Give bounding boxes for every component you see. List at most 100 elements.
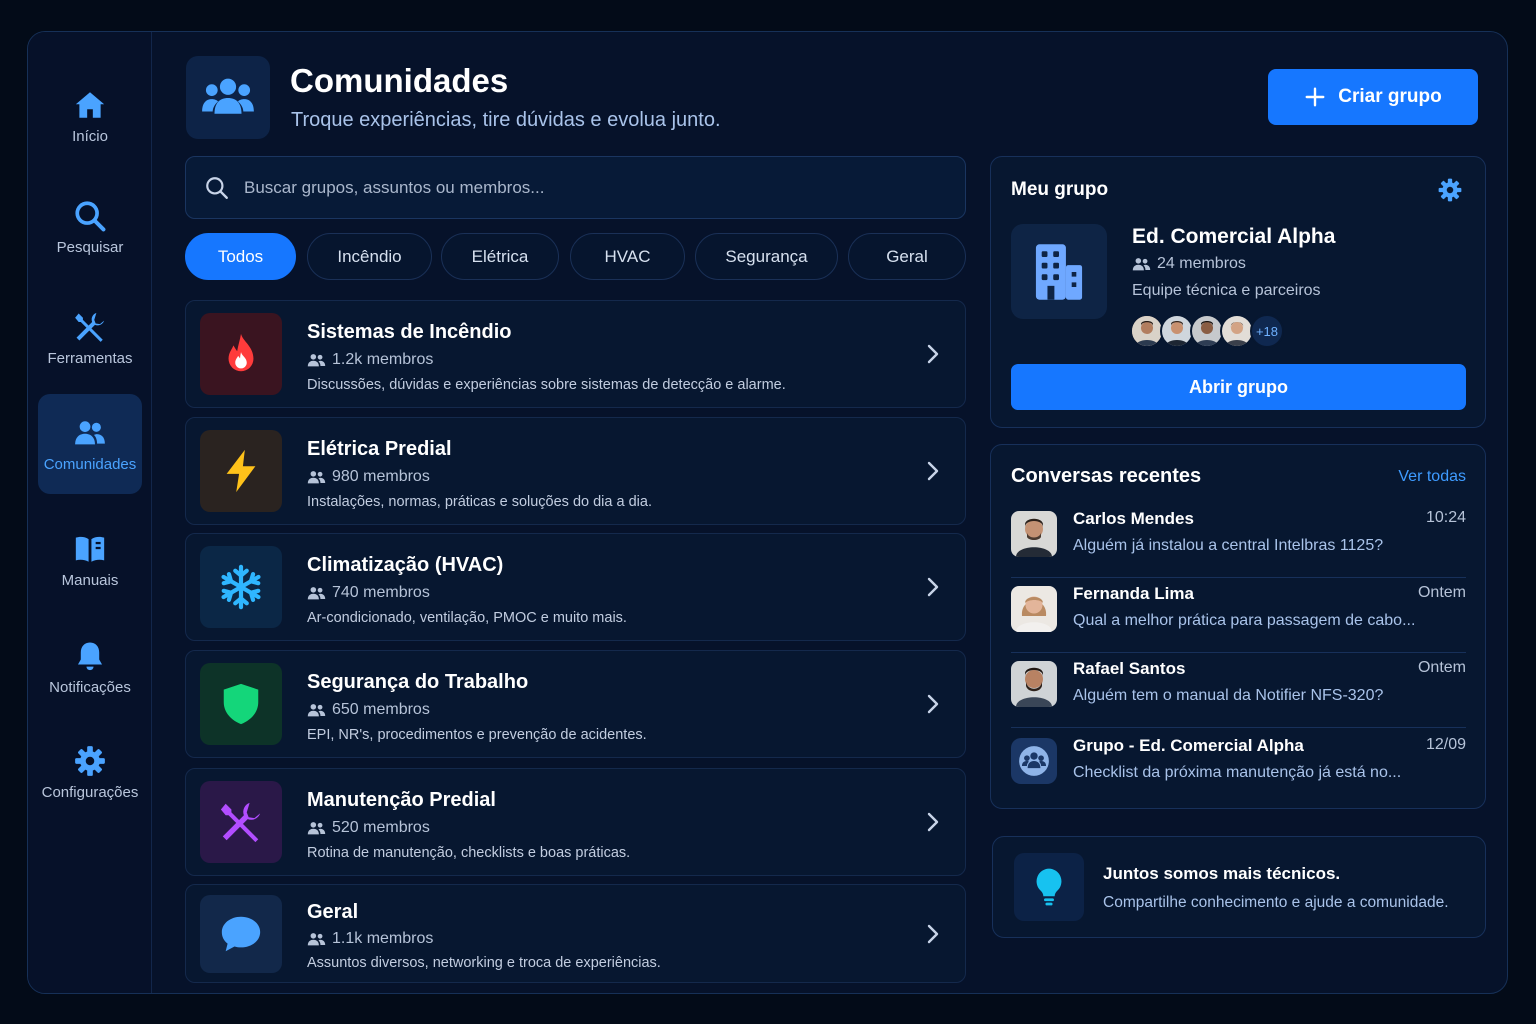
create-group-button[interactable]: Criar grupo — [1268, 69, 1478, 125]
community-title: Elétrica Predial — [307, 438, 452, 460]
see-all-link[interactable]: Ver todas — [1398, 468, 1466, 486]
open-group-button[interactable]: Abrir grupo — [1011, 364, 1466, 410]
filter-chip-hvac[interactable]: HVAC — [570, 233, 685, 280]
person-icon — [1011, 511, 1057, 557]
community-card-seguranca[interactable]: Segurança do Trabalho 650 membros EPI, N… — [185, 650, 966, 758]
my-group-heading: Meu grupo — [1011, 179, 1109, 200]
community-members: 740 membros — [307, 584, 430, 602]
community-members-count: 1.1k membros — [332, 930, 434, 947]
sidebar-item-label: Comunidades — [43, 455, 137, 473]
tip-banner: Juntos somos mais técnicos. Compartilhe … — [992, 836, 1486, 938]
avatar — [1011, 661, 1057, 707]
tip-subtitle: Compartilhe conhecimento e ajude a comun… — [1103, 894, 1449, 911]
community-members: 1.2k membros — [307, 351, 433, 369]
group-description: Equipe técnica e parceiros — [1132, 282, 1321, 299]
tip-title: Juntos somos mais técnicos. — [1103, 864, 1341, 883]
sidebar-item-label: Configurações — [41, 783, 139, 801]
users-icon — [307, 822, 326, 835]
sidebar-item-pesquisar[interactable]: Pesquisar — [38, 177, 142, 277]
app-window: Início Pesquisar Ferramentas Comunidades… — [27, 31, 1508, 994]
sidebar-item-inicio[interactable]: Início — [38, 66, 142, 166]
book-icon — [75, 536, 105, 562]
community-members: 650 membros — [307, 701, 430, 719]
community-description: Instalações, normas, práticas e soluções… — [307, 494, 652, 510]
gear-icon[interactable] — [1437, 177, 1463, 203]
avatar — [1220, 314, 1254, 348]
sidebar-item-label: Pesquisar — [56, 238, 124, 256]
chevron-right-icon — [927, 924, 939, 944]
conversation-name: Grupo - Ed. Comercial Alpha — [1073, 736, 1304, 755]
chevron-right-icon — [927, 694, 939, 714]
sidebar-item-label: Manuais — [61, 571, 119, 589]
community-card-geral[interactable]: Geral 1.1k membros Assuntos diversos, ne… — [185, 884, 966, 983]
community-members-count: 980 membros — [332, 468, 430, 485]
community-description: Rotina de manutenção, checklists e boas … — [307, 845, 631, 861]
community-icon — [200, 781, 282, 863]
conversation-message: Qual a melhor prática para passagem de c… — [1073, 612, 1416, 629]
recent-conversations-panel: Conversas recentes Ver todas Carlos Mend… — [990, 444, 1486, 809]
filter-chip-todos[interactable]: Todos — [185, 233, 296, 280]
community-members-count: 650 membros — [332, 701, 430, 718]
users-icon — [75, 420, 105, 444]
person-icon — [1222, 316, 1252, 346]
sidebar-item-ferramentas[interactable]: Ferramentas — [38, 288, 142, 388]
shield-icon — [223, 683, 259, 725]
sidebar-item-comunidades[interactable]: Comunidades — [38, 394, 142, 494]
group-members: 24 membros — [1132, 255, 1246, 273]
person-icon — [1162, 316, 1192, 346]
community-card-hvac[interactable]: Climatização (HVAC) 740 membros Ar-condi… — [185, 533, 966, 641]
tools-icon — [75, 312, 105, 342]
lightbulb-icon — [1036, 868, 1062, 906]
conversation-item[interactable]: Carlos Mendes 10:24 Alguém já instalou a… — [1011, 503, 1466, 578]
group-icon — [1019, 746, 1049, 776]
filter-chip-seguranca[interactable]: Segurança — [695, 233, 838, 280]
avatar — [1160, 314, 1194, 348]
group-avatar — [1011, 738, 1057, 784]
conversation-message: Alguém tem o manual da Notifier NFS-320? — [1073, 687, 1384, 704]
create-group-label: Criar grupo — [1338, 86, 1442, 107]
users-icon — [307, 933, 326, 946]
bolt-icon — [226, 449, 256, 493]
person-icon — [1192, 316, 1222, 346]
filter-chip-geral[interactable]: Geral — [848, 233, 966, 280]
conversation-item[interactable]: Rafael Santos Ontem Alguém tem o manual … — [1011, 653, 1466, 728]
community-members: 520 membros — [307, 819, 430, 837]
community-icon — [200, 546, 282, 628]
group-avatar — [1011, 224, 1107, 319]
conversation-item[interactable]: Fernanda Lima Ontem Qual a melhor prátic… — [1011, 578, 1466, 653]
avatar — [1011, 586, 1057, 632]
person-icon — [1011, 661, 1057, 707]
users-icon — [307, 471, 326, 484]
community-members-count: 1.2k membros — [332, 351, 434, 368]
building-icon — [1035, 243, 1083, 300]
chevron-right-icon — [927, 812, 939, 832]
snowflake-icon — [221, 564, 261, 610]
home-icon — [75, 91, 105, 118]
filter-chip-incendio[interactable]: Incêndio — [307, 233, 432, 280]
sidebar-item-label: Ferramentas — [47, 349, 133, 367]
community-card-eletrica[interactable]: Elétrica Predial 980 membros Instalações… — [185, 417, 966, 525]
community-card-incendio[interactable]: Sistemas de Incêndio 1.2k membros Discus… — [185, 300, 966, 408]
sidebar-item-notificacoes[interactable]: Notificações — [38, 617, 142, 717]
search-input[interactable] — [244, 177, 924, 198]
recent-heading: Conversas recentes — [1011, 465, 1202, 487]
search-icon — [206, 176, 228, 199]
community-card-manutencao[interactable]: Manutenção Predial 520 membros Rotina de… — [185, 768, 966, 876]
conversation-name: Rafael Santos — [1073, 659, 1186, 678]
conversation-item[interactable]: Grupo - Ed. Comercial Alpha 12/09 Checkl… — [1011, 730, 1466, 805]
tools-icon — [220, 802, 261, 843]
users-icon — [202, 78, 254, 114]
avatar — [1190, 314, 1224, 348]
users-icon — [1132, 258, 1151, 271]
sidebar-item-manuais[interactable]: Manuais — [38, 510, 142, 610]
sidebar-item-label: Início — [72, 127, 108, 145]
sidebar: Início Pesquisar Ferramentas Comunidades… — [28, 32, 152, 993]
community-icon — [200, 430, 282, 512]
users-icon — [307, 587, 326, 600]
conversation-message: Checklist da próxima manutenção já está … — [1073, 764, 1402, 781]
sidebar-item-configuracoes[interactable]: Configurações — [38, 722, 142, 822]
flame-icon — [228, 333, 254, 372]
more-members-badge: +18 — [1250, 314, 1284, 348]
filter-chip-eletrica[interactable]: Elétrica — [441, 233, 559, 280]
community-icon — [200, 663, 282, 745]
